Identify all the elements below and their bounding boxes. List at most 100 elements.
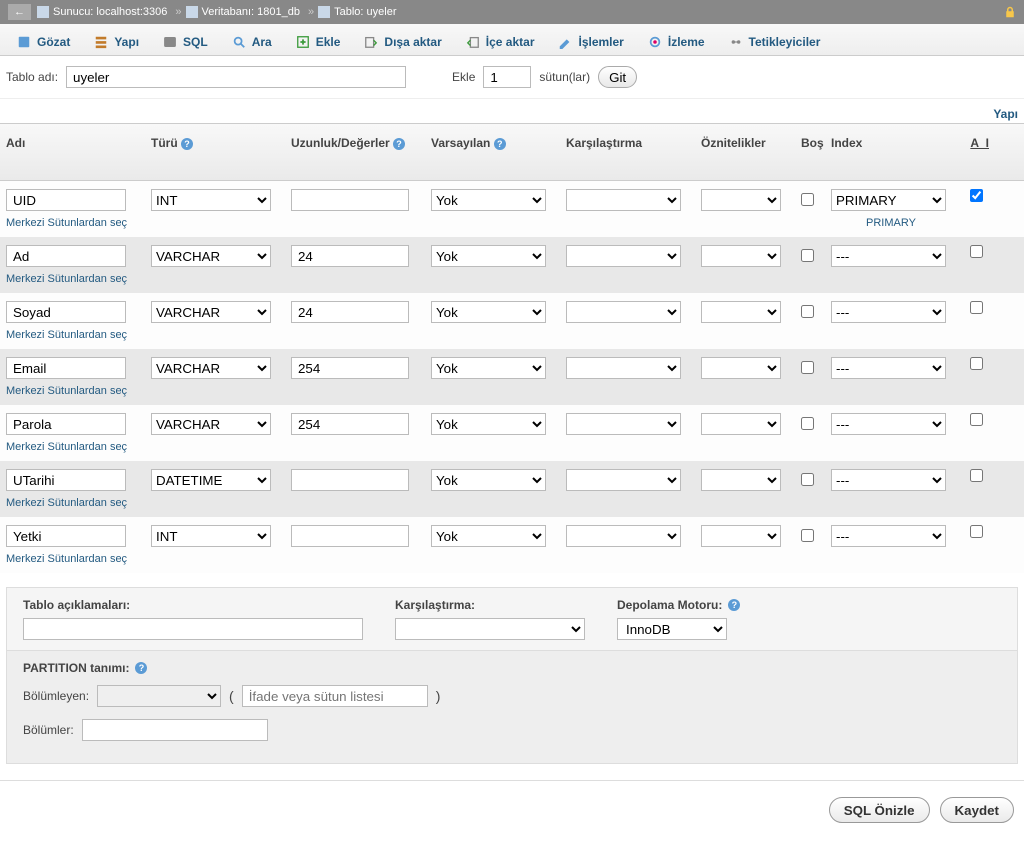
- field-type-select[interactable]: VARCHAR: [151, 413, 271, 435]
- field-collation-select[interactable]: [566, 525, 681, 547]
- help-icon[interactable]: ?: [135, 662, 147, 674]
- field-name-input[interactable]: [6, 469, 126, 491]
- pick-central-link[interactable]: Merkezi Sütunlardan seç: [6, 497, 141, 509]
- pick-central-link[interactable]: Merkezi Sütunlardan seç: [6, 217, 141, 229]
- pick-central-link[interactable]: Merkezi Sütunlardan seç: [6, 553, 141, 565]
- field-length-input[interactable]: [291, 189, 409, 211]
- field-index-select[interactable]: ---: [831, 525, 946, 547]
- go-button[interactable]: Git: [598, 66, 637, 88]
- field-default-select[interactable]: Yok: [431, 301, 546, 323]
- field-attr-select[interactable]: [701, 525, 781, 547]
- pick-central-link[interactable]: Merkezi Sütunlardan seç: [6, 273, 141, 285]
- breadcrumb-server[interactable]: Sunucu: localhost:3306: [37, 6, 167, 18]
- field-attr-select[interactable]: [701, 301, 781, 323]
- field-collation-select[interactable]: [566, 301, 681, 323]
- field-name-input[interactable]: [6, 301, 126, 323]
- tab-browse[interactable]: Gözat: [6, 28, 81, 55]
- help-icon[interactable]: ?: [181, 138, 193, 150]
- tab-export[interactable]: Dışa aktar: [353, 28, 452, 55]
- field-attr-select[interactable]: [701, 469, 781, 491]
- back-button[interactable]: ←: [8, 4, 31, 20]
- field-collation-select[interactable]: [566, 357, 681, 379]
- field-collation-select[interactable]: [566, 469, 681, 491]
- help-icon[interactable]: ?: [393, 138, 405, 150]
- tab-structure[interactable]: Yapı: [83, 28, 150, 55]
- field-null-checkbox[interactable]: [801, 417, 814, 430]
- engine-select[interactable]: InnoDB: [617, 618, 727, 640]
- field-null-checkbox[interactable]: [801, 193, 814, 206]
- sql-preview-button[interactable]: SQL Önizle: [829, 797, 930, 823]
- field-ai-checkbox[interactable]: [970, 245, 983, 258]
- comments-input[interactable]: [23, 618, 363, 640]
- field-default-select[interactable]: Yok: [431, 469, 546, 491]
- breadcrumb-table[interactable]: Tablo: uyeler: [318, 6, 396, 18]
- field-name-input[interactable]: [6, 189, 126, 211]
- breadcrumb-db[interactable]: Veritabanı: 1801_db: [186, 6, 300, 18]
- field-default-select[interactable]: Yok: [431, 413, 546, 435]
- field-index-select[interactable]: ---: [831, 301, 946, 323]
- field-ai-checkbox[interactable]: [970, 301, 983, 314]
- field-length-input[interactable]: [291, 301, 409, 323]
- tab-operations[interactable]: İşlemler: [547, 28, 634, 55]
- field-name-input[interactable]: [6, 413, 126, 435]
- structure-right-label[interactable]: Yapı: [0, 99, 1024, 123]
- field-index-select[interactable]: PRIMARY: [831, 189, 946, 211]
- field-type-select[interactable]: VARCHAR: [151, 245, 271, 267]
- field-length-input[interactable]: [291, 245, 409, 267]
- tab-search[interactable]: Ara: [221, 28, 283, 55]
- field-index-select[interactable]: ---: [831, 357, 946, 379]
- field-null-checkbox[interactable]: [801, 529, 814, 542]
- field-default-select[interactable]: Yok: [431, 525, 546, 547]
- field-ai-checkbox[interactable]: [970, 469, 983, 482]
- field-name-input[interactable]: [6, 525, 126, 547]
- field-type-select[interactable]: INT: [151, 525, 271, 547]
- save-button[interactable]: Kaydet: [940, 797, 1014, 823]
- pick-central-link[interactable]: Merkezi Sütunlardan seç: [6, 329, 141, 341]
- tab-insert[interactable]: Ekle: [285, 28, 352, 55]
- field-length-input[interactable]: [291, 413, 409, 435]
- field-attr-select[interactable]: [701, 189, 781, 211]
- field-index-select[interactable]: ---: [831, 413, 946, 435]
- help-icon[interactable]: ?: [728, 599, 740, 611]
- pick-central-link[interactable]: Merkezi Sütunlardan seç: [6, 441, 141, 453]
- field-collation-select[interactable]: [566, 189, 681, 211]
- field-type-select[interactable]: INT: [151, 189, 271, 211]
- field-ai-checkbox[interactable]: [970, 525, 983, 538]
- field-type-select[interactable]: DATETIME: [151, 469, 271, 491]
- field-ai-checkbox[interactable]: [970, 189, 983, 202]
- pick-central-link[interactable]: Merkezi Sütunlardan seç: [6, 385, 141, 397]
- field-length-input[interactable]: [291, 469, 409, 491]
- field-type-select[interactable]: VARCHAR: [151, 357, 271, 379]
- field-name-input[interactable]: [6, 357, 126, 379]
- tablename-input[interactable]: [66, 66, 406, 88]
- field-null-checkbox[interactable]: [801, 361, 814, 374]
- field-collation-select[interactable]: [566, 245, 681, 267]
- field-name-input[interactable]: [6, 245, 126, 267]
- field-collation-select[interactable]: [566, 413, 681, 435]
- field-attr-select[interactable]: [701, 357, 781, 379]
- field-null-checkbox[interactable]: [801, 249, 814, 262]
- partition-by-select[interactable]: [97, 685, 221, 707]
- field-ai-checkbox[interactable]: [970, 357, 983, 370]
- partition-expr-input[interactable]: [242, 685, 428, 707]
- tab-import[interactable]: İçe aktar: [455, 28, 546, 55]
- tab-triggers[interactable]: Tetikleyiciler: [718, 28, 832, 55]
- field-attr-select[interactable]: [701, 413, 781, 435]
- add-cols-input[interactable]: [483, 66, 531, 88]
- field-attr-select[interactable]: [701, 245, 781, 267]
- field-length-input[interactable]: [291, 525, 409, 547]
- field-length-input[interactable]: [291, 357, 409, 379]
- tab-tracking[interactable]: İzleme: [637, 28, 716, 55]
- field-index-select[interactable]: ---: [831, 469, 946, 491]
- field-ai-checkbox[interactable]: [970, 413, 983, 426]
- help-icon[interactable]: ?: [494, 138, 506, 150]
- field-null-checkbox[interactable]: [801, 473, 814, 486]
- field-null-checkbox[interactable]: [801, 305, 814, 318]
- collation-select[interactable]: [395, 618, 585, 640]
- field-default-select[interactable]: Yok: [431, 245, 546, 267]
- field-default-select[interactable]: Yok: [431, 357, 546, 379]
- field-default-select[interactable]: Yok: [431, 189, 546, 211]
- field-type-select[interactable]: VARCHAR: [151, 301, 271, 323]
- sections-input[interactable]: [82, 719, 268, 741]
- field-index-select[interactable]: ---: [831, 245, 946, 267]
